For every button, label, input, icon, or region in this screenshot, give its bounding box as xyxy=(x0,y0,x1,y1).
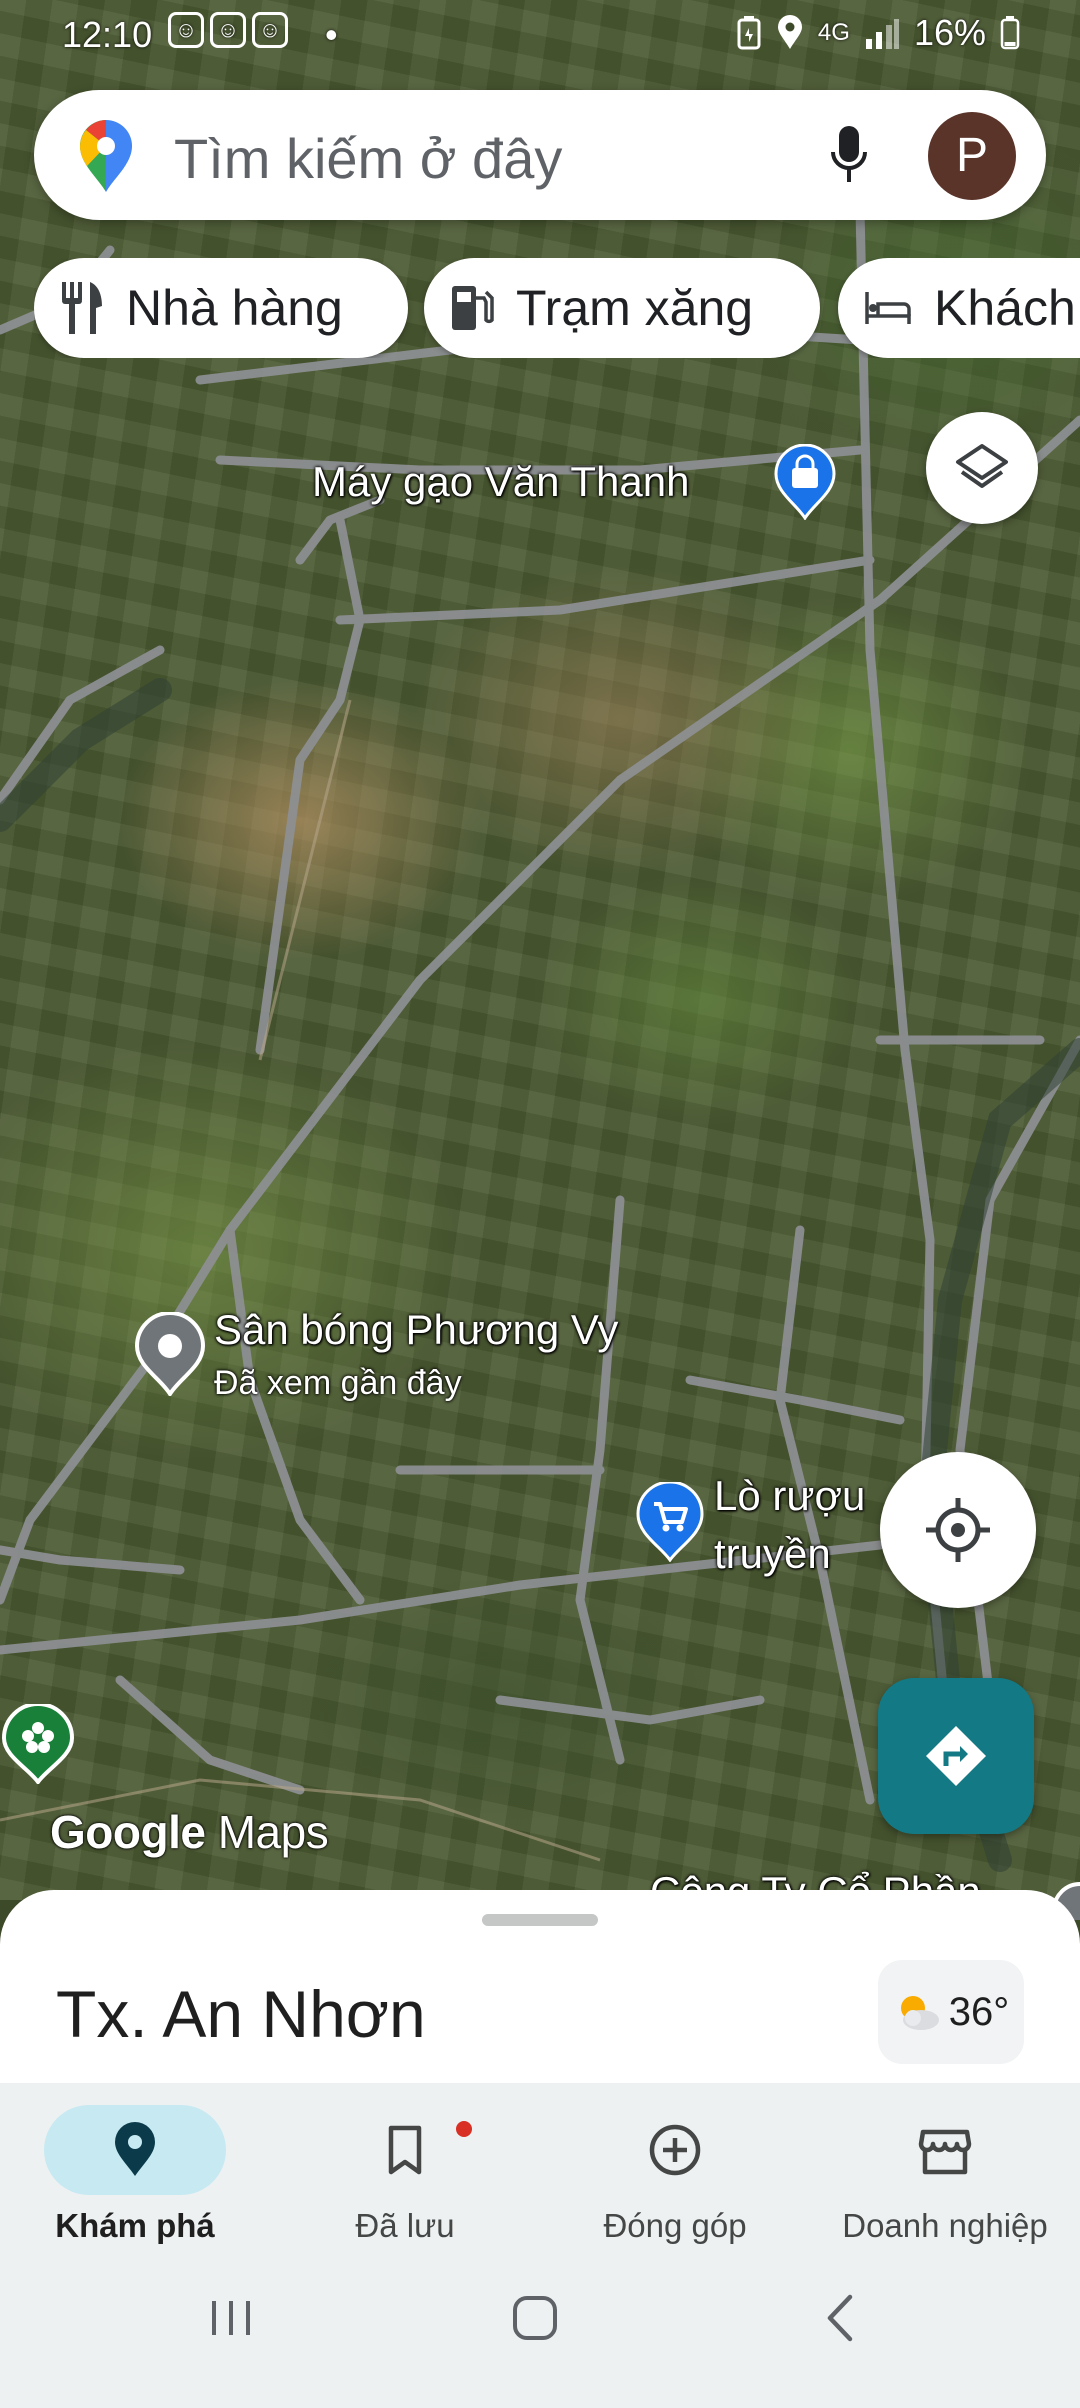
status-right-group: 4G 16% xyxy=(736,12,1020,54)
nav-saved[interactable]: Đã lưu xyxy=(270,2083,540,2253)
bookmark-icon xyxy=(388,2125,422,2175)
rice-mill-label[interactable]: Máy gạo Văn Thanh xyxy=(312,458,690,506)
google-maps-logo-icon xyxy=(80,120,132,192)
nav-saved-label: Đã lưu xyxy=(355,2207,455,2244)
chip-restaurants-label: Nhà hàng xyxy=(126,280,343,336)
nav-business-pill xyxy=(854,2105,1036,2195)
account-avatar[interactable]: P xyxy=(928,112,1016,200)
nav-contribute[interactable]: Đóng góp xyxy=(540,2083,810,2253)
search-bar[interactable]: Tìm kiếm ở đây P xyxy=(34,90,1046,220)
shopping-cart-pin-icon[interactable] xyxy=(636,1480,704,1567)
nav-contribute-label: Đóng góp xyxy=(603,2207,747,2244)
gas-station-icon xyxy=(452,286,494,330)
bottom-navigation: Khám phá Đã lưu Đóng góp Doanh nghiệp xyxy=(0,2083,1080,2253)
explore-pin-icon xyxy=(115,2122,155,2176)
battery-icon xyxy=(1000,16,1020,50)
weather-temperature: 36° xyxy=(948,1989,1010,2034)
smiley-notification-icon: ☺ xyxy=(168,12,204,48)
notification-icons: ☺ ☺ ☺ xyxy=(168,12,288,48)
nav-saved-pill xyxy=(314,2105,496,2195)
sheet-drag-handle[interactable] xyxy=(482,1914,598,1926)
park-pin-icon[interactable] xyxy=(0,1702,76,1789)
bottom-sheet[interactable]: Tx. An Nhơn 36° xyxy=(0,1890,1080,2090)
restaurant-icon xyxy=(62,282,102,334)
hotel-icon xyxy=(865,292,911,324)
nav-explore[interactable]: Khám phá xyxy=(0,2083,270,2253)
status-time: 12:10 xyxy=(62,14,153,55)
google-maps-watermark: Google Maps xyxy=(50,1806,329,1858)
nav-explore-pill xyxy=(44,2105,226,2195)
place-title: Tx. An Nhơn xyxy=(56,1977,426,2051)
battery-percent: 16% xyxy=(913,12,986,53)
layers-button[interactable] xyxy=(926,412,1038,524)
chip-gas-stations-label: Trạm xăng xyxy=(516,280,754,336)
system-navigation-bar xyxy=(0,2253,1080,2408)
chip-restaurants[interactable]: Nhà hàng xyxy=(34,258,408,358)
battery-saver-icon xyxy=(737,16,761,50)
nav-explore-label: Khám phá xyxy=(55,2207,215,2244)
recent-apps-icon[interactable] xyxy=(206,2293,256,2343)
microphone-icon[interactable] xyxy=(829,124,869,186)
nav-business-label: Doanh nghiệp xyxy=(842,2207,1048,2244)
winery-label-line1[interactable]: Lò rượu xyxy=(714,1472,865,1520)
chip-gas-stations[interactable]: Trạm xăng xyxy=(424,258,820,358)
recently-viewed-note: Đã xem gần đây xyxy=(214,1364,462,1402)
status-bar: 12:10 ☺ ☺ ☺ • 4G 16% xyxy=(0,0,1080,70)
location-icon xyxy=(777,15,802,49)
nav-contribute-pill xyxy=(584,2105,766,2195)
search-input[interactable]: Tìm kiếm ở đây xyxy=(174,126,562,191)
my-location-icon xyxy=(926,1498,990,1562)
smiley-notification-icon: ☺ xyxy=(252,12,288,48)
my-location-button[interactable] xyxy=(880,1452,1036,1608)
add-circle-icon xyxy=(649,2124,701,2176)
back-icon[interactable] xyxy=(816,2293,866,2343)
saved-notification-dot xyxy=(456,2121,472,2137)
weather-chip[interactable]: 36° xyxy=(878,1960,1024,2064)
layers-icon xyxy=(956,444,1008,488)
more-notifications-dot: • xyxy=(325,14,338,55)
directions-icon xyxy=(926,1726,986,1786)
chip-hotels-label: Khách xyxy=(934,280,1076,336)
category-chips: Nhà hàng Trạm xăng Khách xyxy=(34,258,1080,358)
chip-hotels[interactable]: Khách xyxy=(838,258,1080,358)
storefront-icon xyxy=(918,2129,972,2175)
home-icon[interactable] xyxy=(510,2293,560,2343)
shopping-bag-pin-icon[interactable] xyxy=(774,443,836,525)
signal-icon xyxy=(865,19,899,49)
football-field-label[interactable]: Sân bóng Phương Vy xyxy=(214,1306,618,1354)
smiley-notification-icon: ☺ xyxy=(210,12,246,48)
directions-button[interactable] xyxy=(878,1678,1034,1834)
recent-place-pin-icon[interactable] xyxy=(134,1311,206,1401)
winery-label-line2[interactable]: truyền xyxy=(714,1530,831,1578)
nav-business[interactable]: Doanh nghiệp xyxy=(810,2083,1080,2253)
partly-cloudy-icon xyxy=(900,1996,939,2030)
network-type: 4G xyxy=(817,19,850,46)
